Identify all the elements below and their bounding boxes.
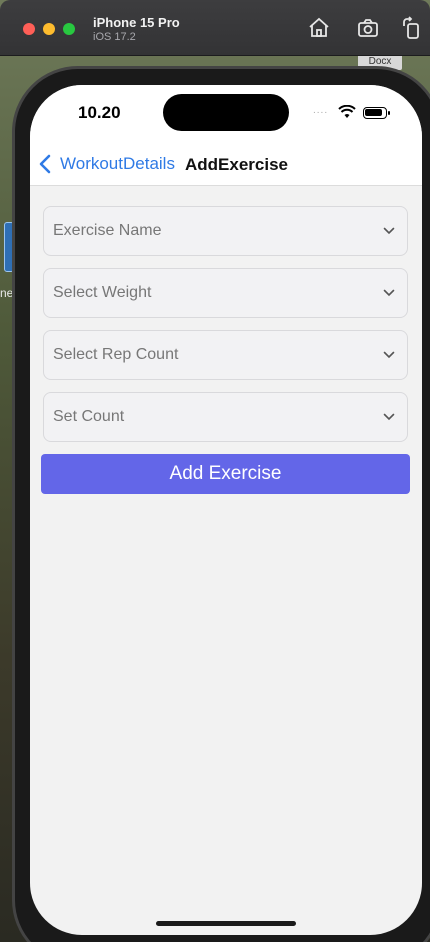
device-name: iPhone 15 Pro (93, 15, 180, 30)
page-title: AddExercise (185, 155, 288, 174)
wifi-icon (338, 105, 356, 118)
add-exercise-button[interactable]: Add Exercise (41, 454, 410, 494)
chevron-down-icon (383, 227, 395, 235)
rotate-device-icon[interactable] (400, 16, 424, 40)
simulator-titlebar: iPhone 15 Pro iOS 17.2 (0, 0, 430, 56)
set-count-picker[interactable]: Set Count (43, 392, 408, 442)
home-indicator (156, 921, 296, 926)
weight-label: Select Weight (53, 284, 152, 301)
minimize-window-button[interactable] (43, 23, 55, 35)
back-button-label: WorkoutDetails (60, 154, 175, 173)
battery-icon (363, 107, 390, 119)
chevron-down-icon (383, 413, 395, 421)
exercise-name-picker[interactable]: Exercise Name (43, 206, 408, 256)
weight-picker[interactable]: Select Weight (43, 268, 408, 318)
set-count-label: Set Count (53, 408, 125, 425)
app-screen: 10.20 .... WorkoutDetails AddExercise Ex… (30, 85, 422, 935)
cellular-signal-icon: .... (313, 105, 329, 116)
device-os-version: iOS 17.2 (93, 31, 136, 43)
status-bar: 10.20 .... (30, 85, 422, 145)
rep-count-picker[interactable]: Select Rep Count (43, 330, 408, 380)
rep-count-label: Select Rep Count (53, 346, 179, 363)
chevron-down-icon (383, 351, 395, 359)
back-button[interactable]: WorkoutDetails (38, 151, 175, 177)
status-time: 10.20 (78, 103, 121, 122)
chevron-left-icon (39, 154, 51, 174)
navigation-bar: WorkoutDetails AddExercise (30, 145, 422, 186)
home-icon[interactable] (307, 16, 331, 40)
dynamic-island (163, 94, 289, 131)
chevron-down-icon (383, 289, 395, 297)
screenshot-icon[interactable] (356, 16, 380, 40)
close-window-button[interactable] (23, 23, 35, 35)
zoom-window-button[interactable] (63, 23, 75, 35)
add-exercise-form: Exercise Name Select Weight Select Rep C… (43, 206, 408, 454)
exercise-name-label: Exercise Name (53, 222, 162, 239)
